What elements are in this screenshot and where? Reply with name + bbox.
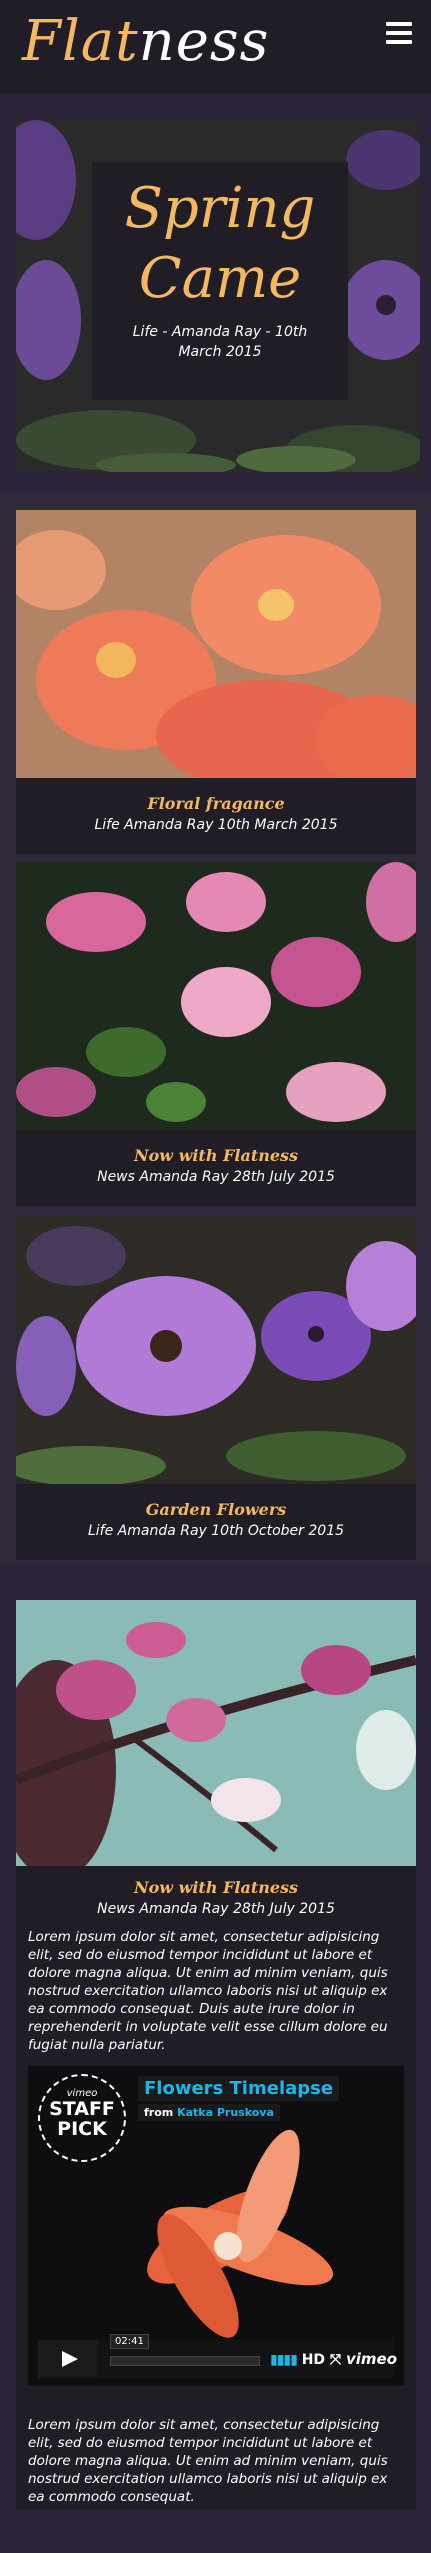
site-logo[interactable]: Flatness (22, 14, 269, 70)
card-meta: Life Amanda Ray 10th October 2015 (87, 1523, 345, 1539)
orange-flowers-image (16, 510, 416, 778)
volume-icon[interactable]: ▮▮▮▮ (270, 2352, 298, 2368)
video-timecode: 02:41 (110, 2334, 149, 2349)
card-meta: News Amanda Ray 28th July 2015 (97, 1169, 335, 1185)
logo-accent: Flat (22, 9, 139, 74)
hd-button[interactable]: HD (302, 2352, 325, 2368)
video-progress-bar[interactable] (110, 2356, 260, 2366)
card-title[interactable]: Now with Flatness (16, 1146, 416, 1166)
site-header: Flatness (0, 0, 431, 94)
logo-rest: ness (138, 9, 270, 74)
cherry-blossom-image (16, 1600, 416, 1866)
hero-title-box: Spring Came Life - Amanda Ray - 10th Mar… (92, 162, 348, 400)
badge-pick: PICK (57, 2118, 107, 2140)
video-controls: 02:41 ▮▮▮▮ HD ⤧ vimeo (38, 2334, 397, 2378)
video-by-label: from (144, 2106, 174, 2119)
post-card[interactable]: Floral fragance Life Amanda Ray 10th Mar… (16, 510, 416, 854)
badge-staff: STAFF (49, 2098, 115, 2120)
hamburger-menu-icon[interactable] (386, 22, 412, 46)
hero-meta: Life - Amanda Ray - 10th March 2015 (132, 324, 308, 360)
pink-blossoms-image (16, 862, 416, 1130)
video-control-icons: ▮▮▮▮ HD ⤧ vimeo (270, 2350, 397, 2368)
hero-title[interactable]: Spring Came (92, 174, 348, 314)
post-card[interactable]: Now with Flatness News Amanda Ray 28th J… (16, 862, 416, 1206)
card-title[interactable]: Floral fragance (16, 794, 416, 814)
post-meta: News Amanda Ray 28th July 2015 (97, 1901, 335, 1917)
post-paragraph: Lorem ipsum dolor sit amet, consectetur … (28, 1929, 388, 2053)
hero-banner[interactable]: Spring Came Life - Amanda Ray - 10th Mar… (16, 120, 420, 472)
video-author-link[interactable]: Katka Pruskova (177, 2106, 274, 2119)
post-paragraph: Lorem ipsum dolor sit amet, consectetur … (28, 2417, 388, 2505)
fullscreen-icon[interactable]: ⤧ (330, 2352, 341, 2368)
card-meta: Life Amanda Ray 10th March 2015 (94, 817, 338, 833)
video-title-link[interactable]: Flowers Timelapse (138, 2076, 340, 2101)
video-byline: from Katka Pruskova (138, 2104, 280, 2121)
play-button[interactable] (38, 2340, 98, 2378)
purple-petunias-image (16, 1216, 416, 1484)
post-title[interactable]: Now with Flatness (16, 1878, 416, 1898)
featured-post: Now with Flatness News Amanda Ray 28th J… (16, 1600, 416, 2510)
vimeo-video-player[interactable]: vimeo STAFF PICK Flowers Timelapse from … (28, 2066, 404, 2386)
vimeo-logo[interactable]: vimeo (346, 2350, 397, 2368)
staff-pick-badge: vimeo STAFF PICK (38, 2074, 126, 2162)
card-title[interactable]: Garden Flowers (16, 1500, 416, 1520)
post-card[interactable]: Garden Flowers Life Amanda Ray 10th Octo… (16, 1216, 416, 1560)
